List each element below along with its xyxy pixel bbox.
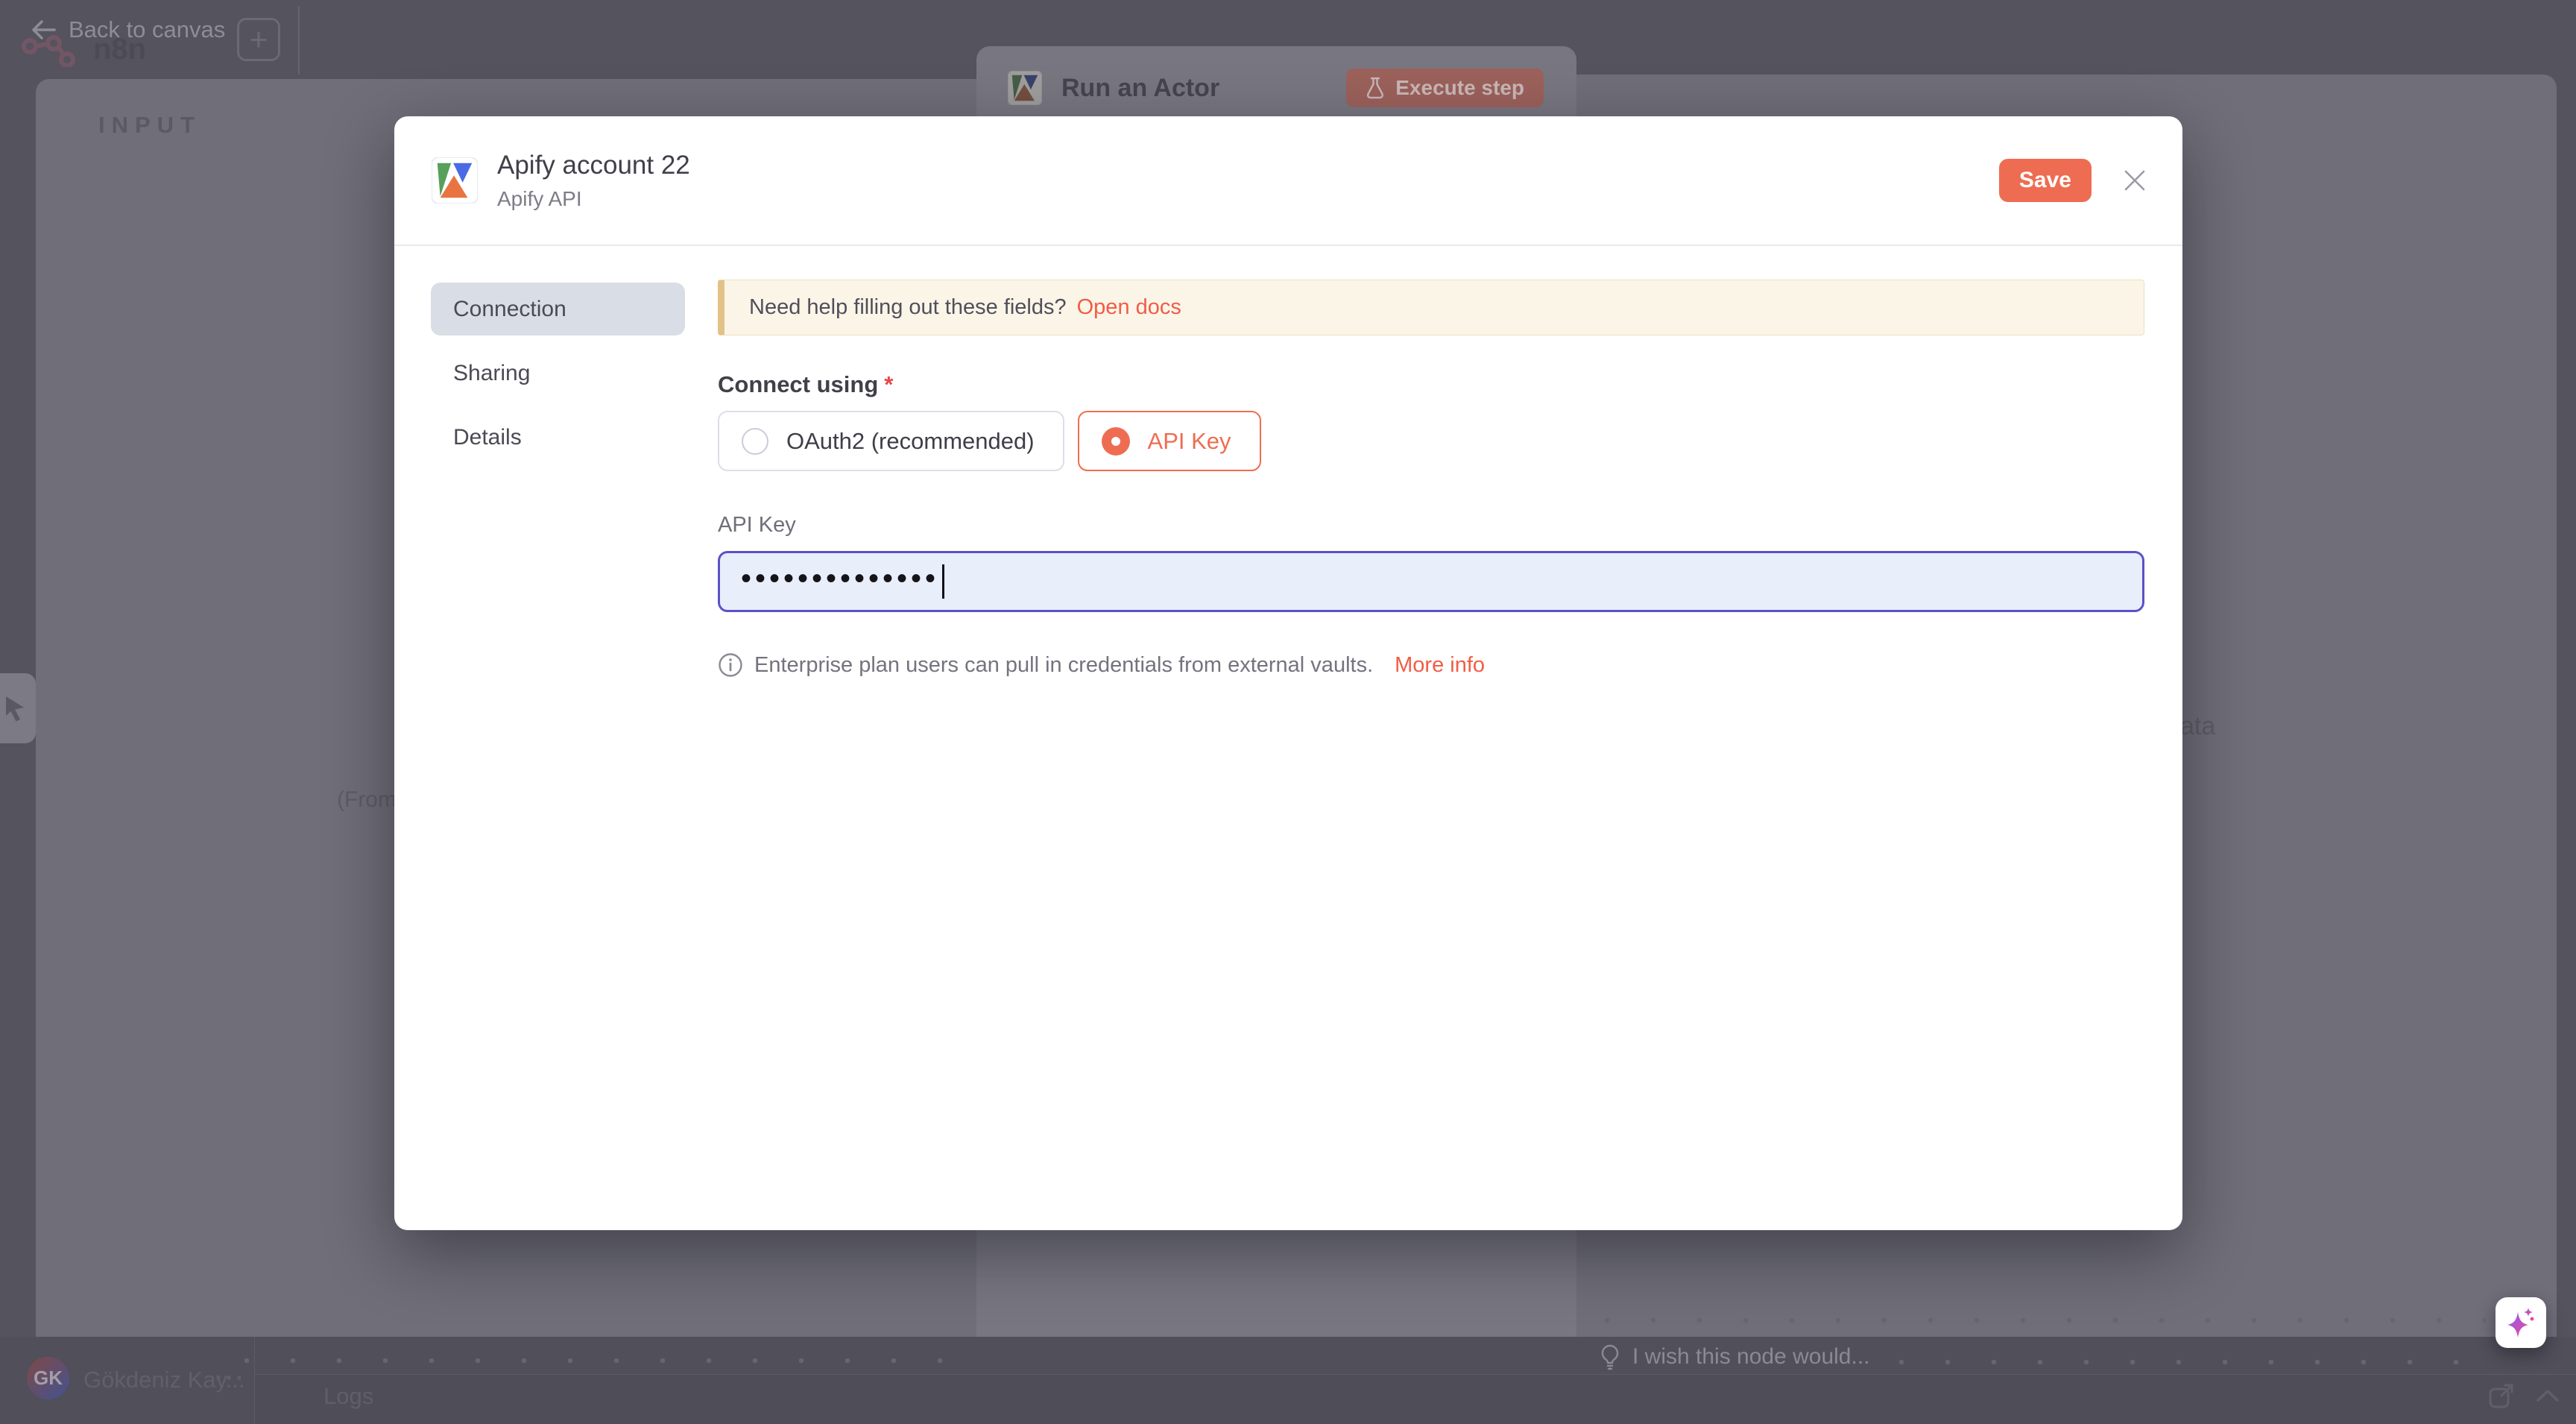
canvas-dot-grid [224,1357,969,1364]
docs-banner-text: Need help filling out these fields? [749,295,1067,320]
sparkle-icon [2504,1306,2537,1339]
assistant-prompt[interactable]: I wish this node would... [1598,1343,1870,1370]
vault-note-text: Enterprise plan users can pull in creden… [754,653,1373,678]
open-docs-link[interactable]: Open docs [1077,295,1181,320]
tab-connection[interactable]: Connection [431,283,685,335]
canvas-dot-grid [1584,1317,2486,1324]
execute-step-button[interactable]: Execute step [1346,69,1544,107]
modal-header: Apify account 22 Apify API Save [394,116,2182,246]
save-button[interactable]: Save [1999,159,2092,202]
close-icon [2121,166,2149,195]
toolbar-divider [298,6,300,75]
input-panel-title: INPUT [98,112,201,139]
required-asterisk: * [884,371,893,397]
pointer-tool-button[interactable] [0,673,36,743]
logs-label: Logs [323,1383,373,1410]
input-panel-partial-text: (From [337,787,397,813]
chevron-up-icon[interactable] [2534,1387,2561,1405]
apify-logo [432,157,478,204]
tab-details[interactable]: Details [431,411,685,464]
credential-modal: Apify account 22 Apify API Save Connecti… [394,116,2182,1230]
radio-selected-icon [1102,427,1130,456]
connect-using-label: Connect using* [718,371,2144,398]
node-title: Run an Actor [1061,74,1346,103]
assistant-prompt-placeholder: I wish this node would... [1632,1344,1870,1370]
option-oauth2[interactable]: OAuth2 (recommended) [718,411,1064,471]
info-icon [718,652,743,678]
canvas-dot-grid [1878,1358,2475,1366]
output-panel-partial-text: ata [2180,712,2215,741]
back-to-canvas-label: Back to canvas [69,16,225,43]
execute-step-label: Execute step [1395,76,1524,100]
tab-sharing[interactable]: Sharing [431,347,685,400]
credential-type: Apify API [497,187,1999,211]
api-key-input[interactable]: •••••••••••••• [718,551,2144,612]
popout-icon[interactable] [2485,1379,2518,1412]
text-caret [942,564,944,599]
execute-flask-icon [1366,77,1385,99]
back-arrow-icon [30,19,57,41]
bottom-divider [254,1337,255,1424]
option-api-key[interactable]: API Key [1078,411,1261,471]
api-key-masked-value: •••••••••••••• [741,564,939,593]
option-oauth2-label: OAuth2 (recommended) [786,428,1035,455]
lightbulb-icon [1598,1343,1622,1370]
screen: n8n Back to canvas + INPUT (From Run an … [0,0,2576,1424]
api-key-label: API Key [718,513,2144,538]
connect-using-options: OAuth2 (recommended) API Key [718,411,2144,471]
docs-banner: Need help filling out these fields? Open… [718,280,2144,335]
option-api-key-label: API Key [1148,428,1231,455]
modal-body: Connection Sharing Details Need help fil… [394,246,2182,1230]
user-menu-button[interactable]: ⋯ [213,1358,246,1395]
logs-panel[interactable] [254,1374,2576,1424]
close-button[interactable] [2120,166,2150,195]
add-node-button[interactable]: + [237,18,280,61]
vault-note: Enterprise plan users can pull in creden… [718,652,2144,678]
back-to-canvas-button[interactable]: Back to canvas [30,16,225,43]
radio-unselected-icon [742,428,768,455]
credential-name[interactable]: Apify account 22 [497,151,1999,180]
cursor-icon [0,692,30,725]
avatar[interactable]: GK [27,1357,69,1399]
ai-assistant-button[interactable] [2496,1297,2546,1348]
connection-tab-content: Need help filling out these fields? Open… [718,246,2182,1230]
modal-tab-list: Connection Sharing Details [431,283,685,1230]
more-info-link[interactable]: More info [1395,653,1485,678]
apify-logo [1008,71,1042,105]
